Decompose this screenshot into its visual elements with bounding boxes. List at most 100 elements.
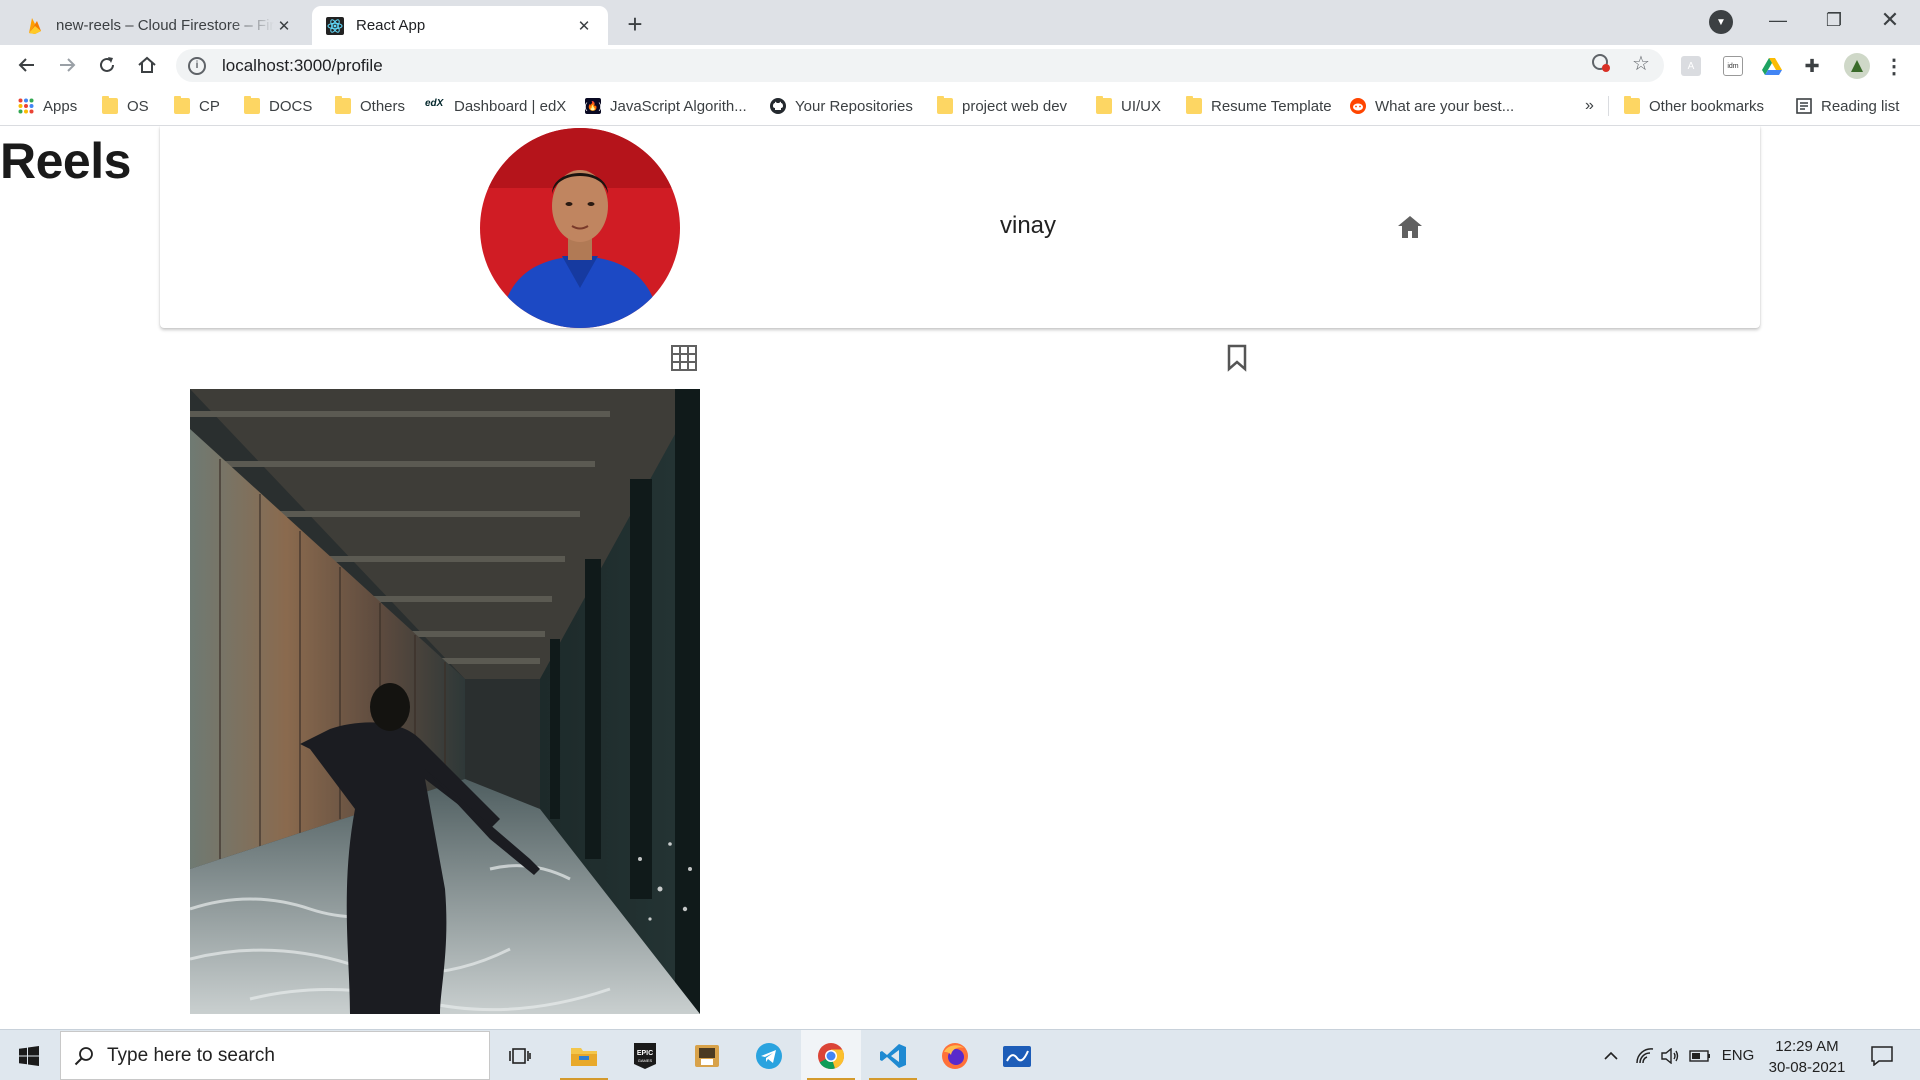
bookmark-cp[interactable]: CP xyxy=(174,95,220,117)
wifi-icon[interactable] xyxy=(1632,1030,1658,1080)
forward-icon[interactable] xyxy=(52,50,82,80)
bookmark-label: Reading list xyxy=(1821,97,1900,115)
firefox-icon[interactable] xyxy=(925,1030,985,1080)
address-bar[interactable]: i localhost:3000/profile xyxy=(176,49,1664,82)
bookmark-project-web-dev[interactable]: project web dev xyxy=(937,95,1067,117)
bookmark-your-repositories[interactable]: Your Repositories xyxy=(770,95,913,117)
tab-title: React App xyxy=(356,17,426,34)
close-icon[interactable]: ✕ xyxy=(274,16,294,36)
chrome-icon[interactable] xyxy=(801,1030,861,1080)
profile-tabs xyxy=(0,344,1920,374)
close-window-icon[interactable]: ✕ xyxy=(1862,0,1918,40)
translate-blocked-icon[interactable] xyxy=(1590,52,1612,74)
extension-icon[interactable]: idm xyxy=(1723,56,1743,76)
user-avatar-icon[interactable] xyxy=(1844,53,1870,79)
tab-react-app[interactable]: React App ✕ xyxy=(312,6,608,45)
restore-icon[interactable]: ❐ xyxy=(1806,0,1862,40)
reload-icon[interactable] xyxy=(92,50,122,80)
svg-text:EPIC: EPIC xyxy=(637,1050,653,1057)
tab-firebase[interactable]: new-reels – Cloud Firestore – Firebase c… xyxy=(12,6,308,45)
close-icon[interactable]: ✕ xyxy=(574,16,594,36)
bookmark-label: Your Repositories xyxy=(795,97,913,115)
bookmark-label: UI/UX xyxy=(1121,97,1162,115)
folder-icon xyxy=(174,96,190,114)
folder-icon xyxy=(937,96,953,114)
taskbar-clock[interactable]: 12:29 AM 30-08-2021 xyxy=(1762,1036,1852,1078)
info-icon[interactable]: i xyxy=(188,56,206,75)
clock-date: 30-08-2021 xyxy=(1768,1059,1846,1076)
windows-start-icon[interactable] xyxy=(0,1030,58,1080)
extension-icon[interactable]: A xyxy=(1681,56,1701,76)
post-thumbnail[interactable] xyxy=(190,389,700,1014)
volume-icon[interactable] xyxy=(1658,1030,1684,1080)
task-view-icon[interactable] xyxy=(490,1030,550,1080)
reading-list-button[interactable]: Reading list xyxy=(1796,95,1899,117)
epic-games-icon[interactable]: EPIC GAMES xyxy=(615,1030,675,1080)
react-icon xyxy=(326,16,344,35)
new-tab-button[interactable]: + xyxy=(620,9,650,39)
folder-icon xyxy=(335,96,351,114)
bookmark-label: Resume Template xyxy=(1211,97,1332,115)
bookmark-javascript-algorithms[interactable]: (🔥) JavaScript Algorith... xyxy=(584,95,747,117)
google-drive-icon[interactable] xyxy=(1762,56,1782,76)
firebase-icon xyxy=(26,17,44,35)
printer-app-icon[interactable] xyxy=(677,1030,737,1080)
whiteboard-app-icon[interactable] xyxy=(987,1030,1047,1080)
bookmark-label: Apps xyxy=(43,97,78,115)
tab-title: new-reels – Cloud Firestore – Firebase c… xyxy=(56,17,274,34)
github-icon xyxy=(770,98,786,114)
more-bookmarks-chevron-icon[interactable]: » xyxy=(1585,95,1594,117)
bookmark-label: JavaScript Algorith... xyxy=(610,97,747,115)
back-icon[interactable] xyxy=(12,50,42,80)
edx-icon: edX xyxy=(425,98,444,109)
bookmark-apps[interactable]: Apps xyxy=(18,95,77,117)
profile-username: vinay xyxy=(1000,212,1057,239)
bookmark-docs[interactable]: DOCS xyxy=(244,95,312,117)
bookmark-other-bookmarks[interactable]: Other bookmarks xyxy=(1624,95,1764,117)
bookmarks-bar: Apps OS CP DOCS Others edX Dashboard | e… xyxy=(0,86,1920,126)
bookmark-ui-ux[interactable]: UI/UX xyxy=(1096,95,1161,117)
bookmark-separator xyxy=(1608,96,1609,116)
bookmark-label: Dashboard | edX xyxy=(454,97,567,115)
menu-dots-icon[interactable]: ⋮ xyxy=(1884,56,1904,78)
bookmark-label: Others xyxy=(360,97,406,115)
grid-icon[interactable] xyxy=(670,344,698,372)
avatar[interactable] xyxy=(480,128,680,328)
bookmark-others[interactable]: Others xyxy=(335,95,405,117)
minimize-icon[interactable]: ― xyxy=(1750,0,1806,40)
folder-icon xyxy=(244,96,260,114)
bookmark-reddit[interactable]: What are your best... xyxy=(1350,95,1514,117)
url-text: localhost:3000/profile xyxy=(222,55,383,75)
language-indicator[interactable]: ENG xyxy=(1718,1030,1758,1080)
reddit-icon xyxy=(1350,98,1366,114)
puzzle-extensions-icon[interactable]: ✚ xyxy=(1802,56,1822,76)
home-button-icon[interactable] xyxy=(132,50,162,80)
folder-icon xyxy=(1624,96,1640,114)
star-icon[interactable]: ☆ xyxy=(1630,52,1652,75)
taskbar-search-input[interactable]: Type here to search xyxy=(60,1031,490,1080)
browser-toolbar: i localhost:3000/profile ☆ A idm ✚ ⋮ xyxy=(0,45,1920,86)
file-explorer-icon[interactable] xyxy=(554,1030,614,1080)
bookmark-label: What are your best... xyxy=(1375,97,1515,115)
folder-icon xyxy=(1186,96,1202,114)
bookmark-resume-template[interactable]: Resume Template xyxy=(1186,95,1332,117)
bookmark-label: OS xyxy=(127,97,149,115)
tab-search-icon[interactable]: ▼ xyxy=(1709,10,1733,34)
bookmark-edx[interactable]: edX Dashboard | edX xyxy=(425,95,566,117)
clock-time: 12:29 AM xyxy=(1775,1038,1839,1055)
vscode-icon[interactable] xyxy=(863,1030,923,1080)
battery-icon[interactable] xyxy=(1686,1030,1714,1080)
bookmark-icon[interactable] xyxy=(1225,344,1249,372)
home-icon[interactable] xyxy=(1396,214,1424,240)
notification-icon[interactable] xyxy=(1862,1030,1902,1080)
bookmark-os[interactable]: OS xyxy=(102,95,149,117)
freecodecamp-icon: (🔥) xyxy=(584,98,602,114)
telegram-icon[interactable] xyxy=(739,1030,799,1080)
folder-icon xyxy=(102,96,118,114)
chevron-up-icon[interactable] xyxy=(1598,1030,1624,1080)
bookmark-label: Other bookmarks xyxy=(1649,97,1765,115)
folder-icon xyxy=(1096,96,1112,114)
bookmark-label: CP xyxy=(199,97,220,115)
reading-list-icon xyxy=(1796,98,1812,114)
bookmark-label: DOCS xyxy=(269,97,313,115)
